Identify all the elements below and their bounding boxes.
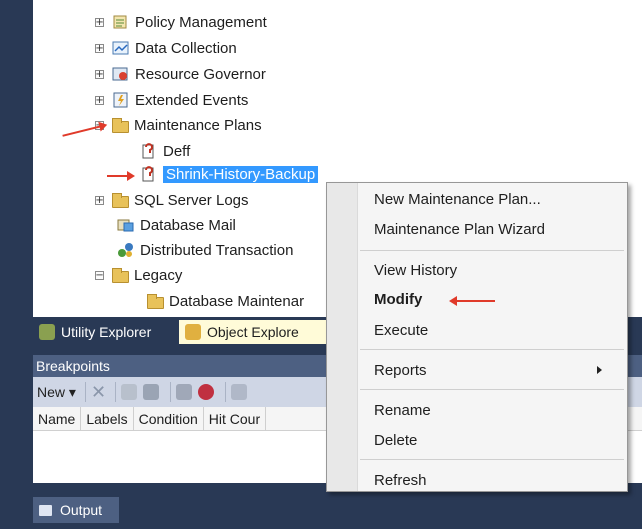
tree-node-label: Policy Management — [135, 13, 267, 31]
expand-icon[interactable]: + — [95, 43, 104, 53]
tree-node-label: Distributed Transaction — [140, 241, 294, 259]
tree-node-distributed-transaction[interactable]: Distributed Transaction — [117, 239, 293, 261]
column-header-labels[interactable]: Labels — [81, 406, 134, 431]
menu-gutter — [327, 183, 358, 491]
plan-icon — [140, 143, 158, 159]
tree-node-label: Legacy — [134, 266, 183, 284]
tree-node-label: Database Maintenar — [169, 292, 305, 310]
tab-label: Object Explore — [207, 324, 299, 340]
folder-icon — [112, 117, 129, 133]
tree-node-label: Maintenance Plans — [134, 116, 262, 134]
tree-node-label: Database Mail — [140, 216, 236, 234]
expand-icon[interactable]: + — [95, 17, 104, 27]
delete-icon[interactable]: ✕ — [91, 381, 106, 403]
menu-item-execute[interactable]: Execute — [374, 318, 428, 342]
menu-item-view-history[interactable]: View History — [374, 258, 457, 282]
toolbar-separator — [115, 382, 117, 402]
tree-node-label: Extended Events — [135, 91, 249, 109]
policy-icon — [112, 14, 130, 30]
menu-separator — [360, 459, 624, 460]
utility-icon — [39, 324, 55, 340]
toolbar-separator — [84, 382, 86, 402]
transaction-icon — [117, 242, 135, 258]
column-header-hit-count[interactable]: Hit Cour — [204, 406, 267, 431]
menu-item-modify[interactable]: Modify — [374, 287, 422, 311]
menu-separator — [360, 349, 624, 350]
tree-node-sql-server-logs[interactable]: + SQL Server Logs — [95, 189, 249, 211]
tree-node-label: Deff — [163, 142, 191, 160]
menu-item-delete[interactable]: Delete — [374, 428, 417, 452]
tree-node-data-collection[interactable]: + Data Collection — [95, 37, 237, 59]
panel-title: Breakpoints — [36, 358, 110, 374]
governor-icon — [112, 66, 130, 82]
tab-object-explorer[interactable]: Object Explore — [179, 320, 329, 344]
tree-node-extended-events[interactable]: + Extended Events — [95, 89, 248, 111]
expand-icon[interactable]: + — [95, 195, 104, 205]
clear-icon[interactable] — [143, 384, 160, 400]
tree-node-maintenance-plans[interactable]: − Maintenance Plans — [95, 114, 262, 136]
expand-icon[interactable]: + — [95, 69, 104, 79]
tree-node-database-mail[interactable]: Database Mail — [117, 214, 236, 236]
toggle-icon[interactable] — [121, 384, 138, 400]
menu-item-maintenance-plan-wizard[interactable]: Maintenance Plan Wizard — [374, 217, 545, 241]
events-icon — [112, 92, 130, 108]
menu-item-new-maintenance-plan[interactable]: New Maintenance Plan... — [374, 187, 541, 211]
toolbar-separator — [225, 382, 227, 402]
columns-icon[interactable] — [231, 384, 248, 400]
toolbar-separator — [170, 382, 172, 402]
tree-node-label: Data Collection — [135, 39, 237, 57]
collapse-icon[interactable]: − — [95, 270, 104, 280]
tab-label: Utility Explorer — [61, 324, 152, 340]
annotation-arrow — [455, 300, 495, 302]
tree-node-policy-management[interactable]: + Policy Management — [95, 11, 267, 33]
mail-icon — [117, 217, 135, 233]
go-to-source-icon[interactable] — [176, 384, 193, 400]
annotation-arrow — [107, 171, 135, 181]
tree-node-deff[interactable]: Deff — [140, 140, 190, 162]
tree-node-resource-governor[interactable]: + Resource Governor — [95, 63, 266, 85]
output-label: Output — [60, 502, 103, 518]
output-tab[interactable]: Output — [33, 497, 119, 523]
tree-node-label: SQL Server Logs — [134, 191, 249, 209]
new-breakpoint-button[interactable]: New ▾ — [37, 381, 76, 403]
tree-node-shrink-history-backup[interactable]: Shrink-History-Backup — [140, 163, 319, 185]
tab-utility-explorer[interactable]: Utility Explorer — [33, 320, 173, 344]
tree-node-legacy[interactable]: − Legacy — [95, 264, 182, 286]
tree-node-label-selected: Shrink-History-Backup — [163, 165, 319, 183]
expand-icon[interactable]: + — [95, 95, 104, 105]
folder-icon — [147, 293, 164, 309]
plan-icon — [140, 166, 158, 182]
object-explorer-icon — [185, 324, 201, 340]
menu-item-rename[interactable]: Rename — [374, 398, 431, 422]
disassembly-icon[interactable] — [198, 384, 215, 400]
output-icon — [39, 504, 52, 516]
tree-node-database-maintenance[interactable]: Database Maintenar — [147, 290, 304, 312]
folder-icon — [112, 267, 129, 283]
menu-separator — [360, 250, 624, 251]
menu-separator — [360, 389, 624, 390]
column-header-condition[interactable]: Condition — [134, 406, 204, 431]
folder-icon — [112, 192, 129, 208]
context-menu: New Maintenance Plan... Maintenance Plan… — [326, 182, 628, 492]
menu-item-reports[interactable]: Reports — [374, 358, 614, 382]
submenu-arrow-icon — [597, 366, 602, 374]
chart-icon — [112, 40, 130, 56]
menu-item-refresh[interactable]: Refresh — [374, 468, 427, 492]
menu-item-label: Reports — [374, 361, 427, 379]
tree-node-label: Resource Governor — [135, 65, 266, 83]
button-label: New — [37, 384, 66, 400]
column-header-name[interactable]: Name — [33, 406, 82, 431]
